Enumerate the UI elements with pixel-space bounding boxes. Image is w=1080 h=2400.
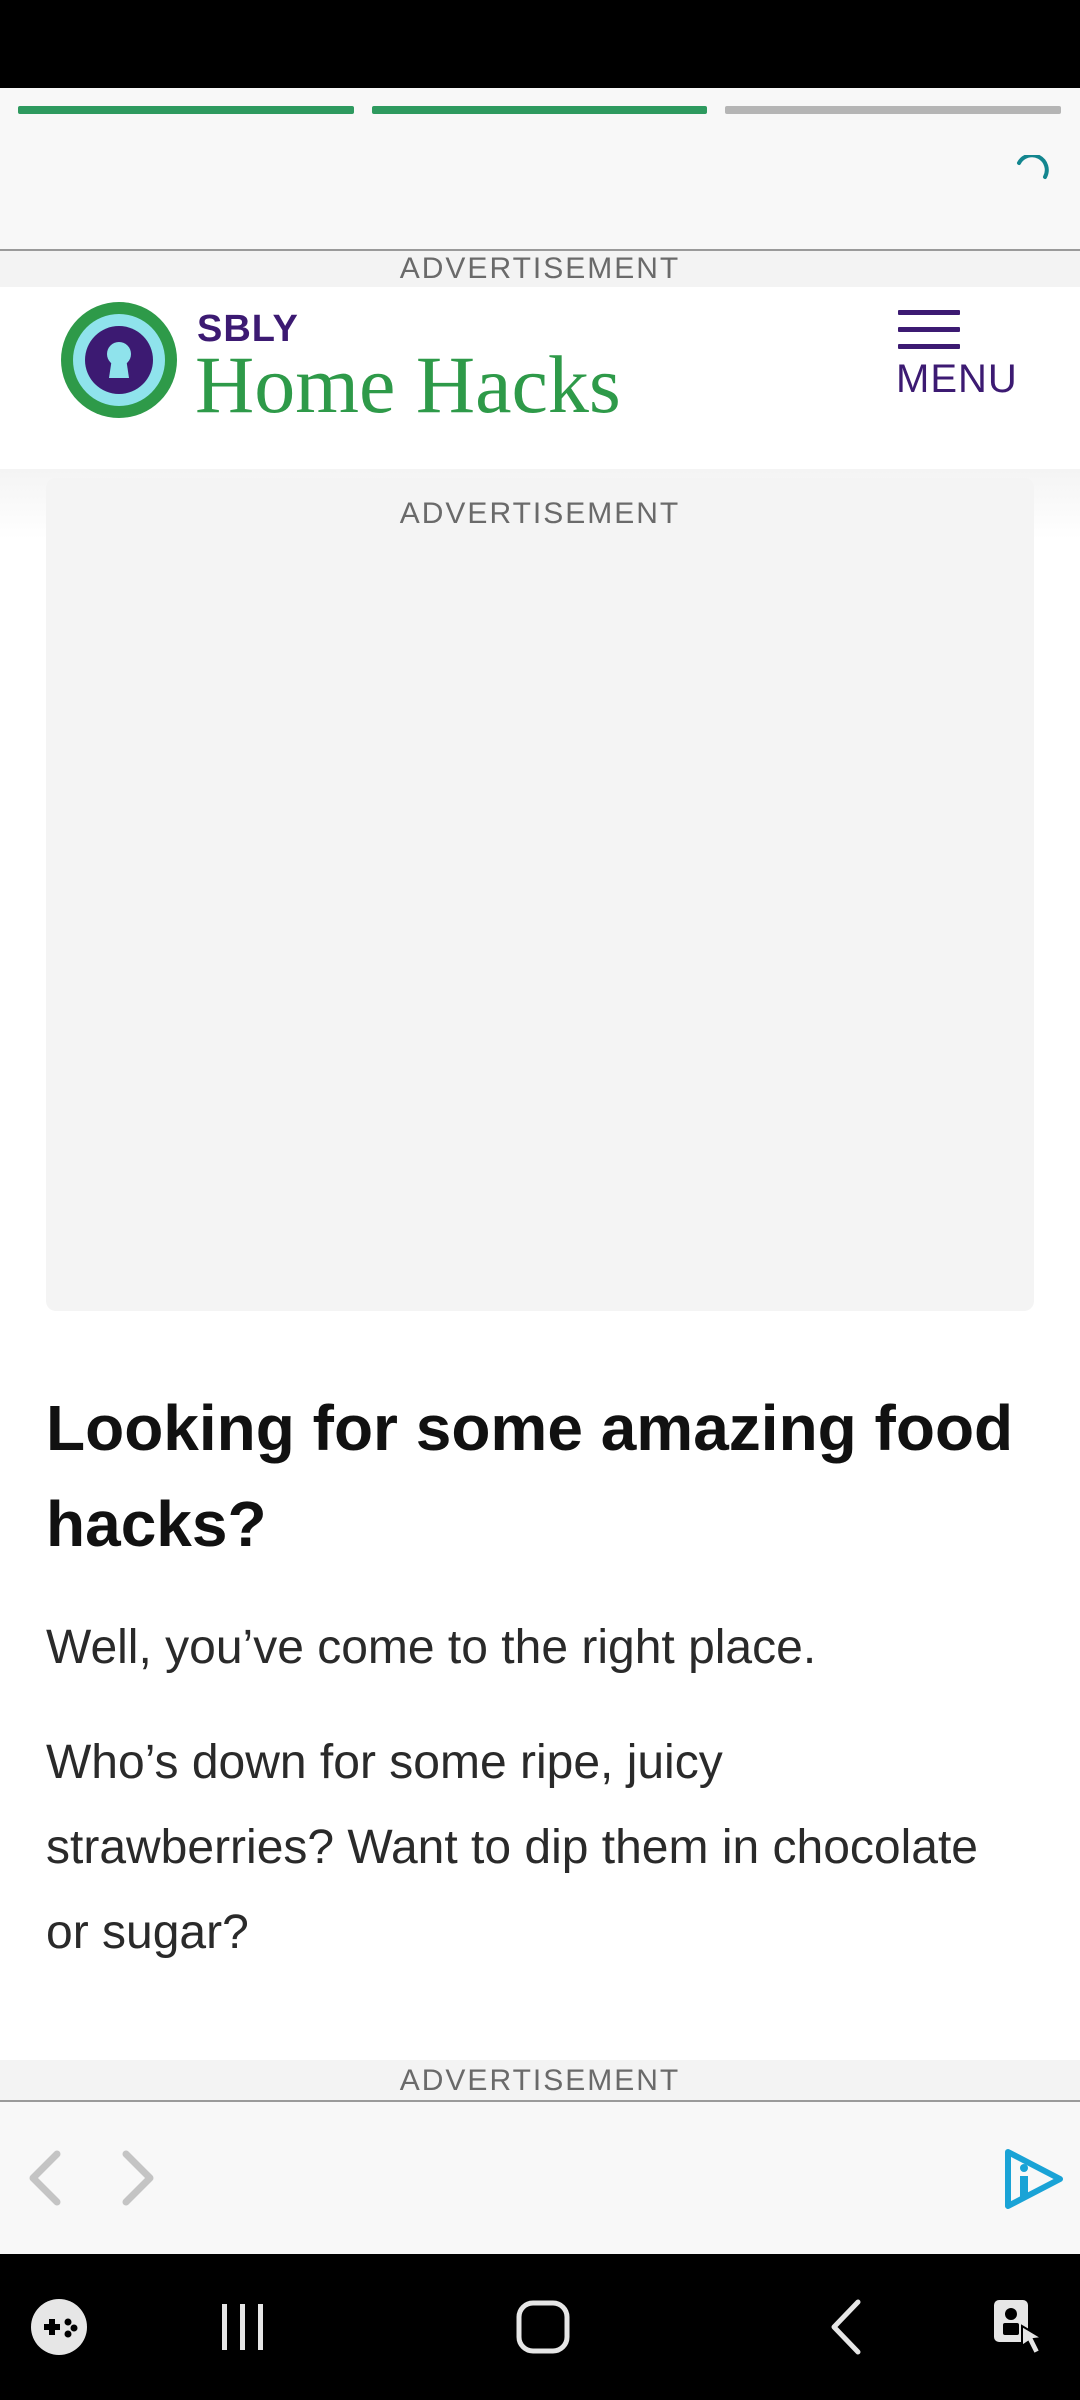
hamburger-icon <box>898 310 960 361</box>
menu-button[interactable]: MENU <box>890 305 1030 405</box>
ad-label-content: ADVERTISEMENT <box>399 497 681 530</box>
menu-label: MENU <box>896 357 1018 401</box>
accessibility-icon[interactable] <box>988 2296 1050 2358</box>
article-paragraph: Who’s down for some ripe, juicy strawber… <box>46 1736 978 1959</box>
brand-title[interactable]: Home Hacks <box>195 338 621 432</box>
article-paragraph: Well, you’ve come to the right place. <box>46 1621 817 1674</box>
ad-label-bottom: ADVERTISEMENT <box>399 2064 681 2097</box>
recent-apps-icon[interactable] <box>212 2296 274 2358</box>
game-launcher-icon[interactable] <box>28 2296 90 2358</box>
content-ad-box[interactable] <box>46 478 1034 1311</box>
loading-spinner-icon <box>1017 155 1049 179</box>
status-bar <box>0 0 1080 88</box>
progress-segment-2 <box>372 106 707 114</box>
chevron-left-icon[interactable] <box>25 2148 65 2208</box>
home-icon[interactable] <box>512 2296 574 2358</box>
progress-segment-1 <box>18 106 354 114</box>
adchoices-icon[interactable] <box>1000 2148 1066 2210</box>
bottom-ad-banner[interactable] <box>0 2102 1080 2254</box>
chevron-right-icon[interactable] <box>118 2148 158 2208</box>
ad-label-top: ADVERTISEMENT <box>399 252 681 285</box>
article-headline: Looking for some amazing food hacks? <box>46 1392 1014 1560</box>
keyhole-icon[interactable] <box>59 300 179 420</box>
back-icon[interactable] <box>818 2296 880 2358</box>
progress-segment-3 <box>725 106 1061 114</box>
